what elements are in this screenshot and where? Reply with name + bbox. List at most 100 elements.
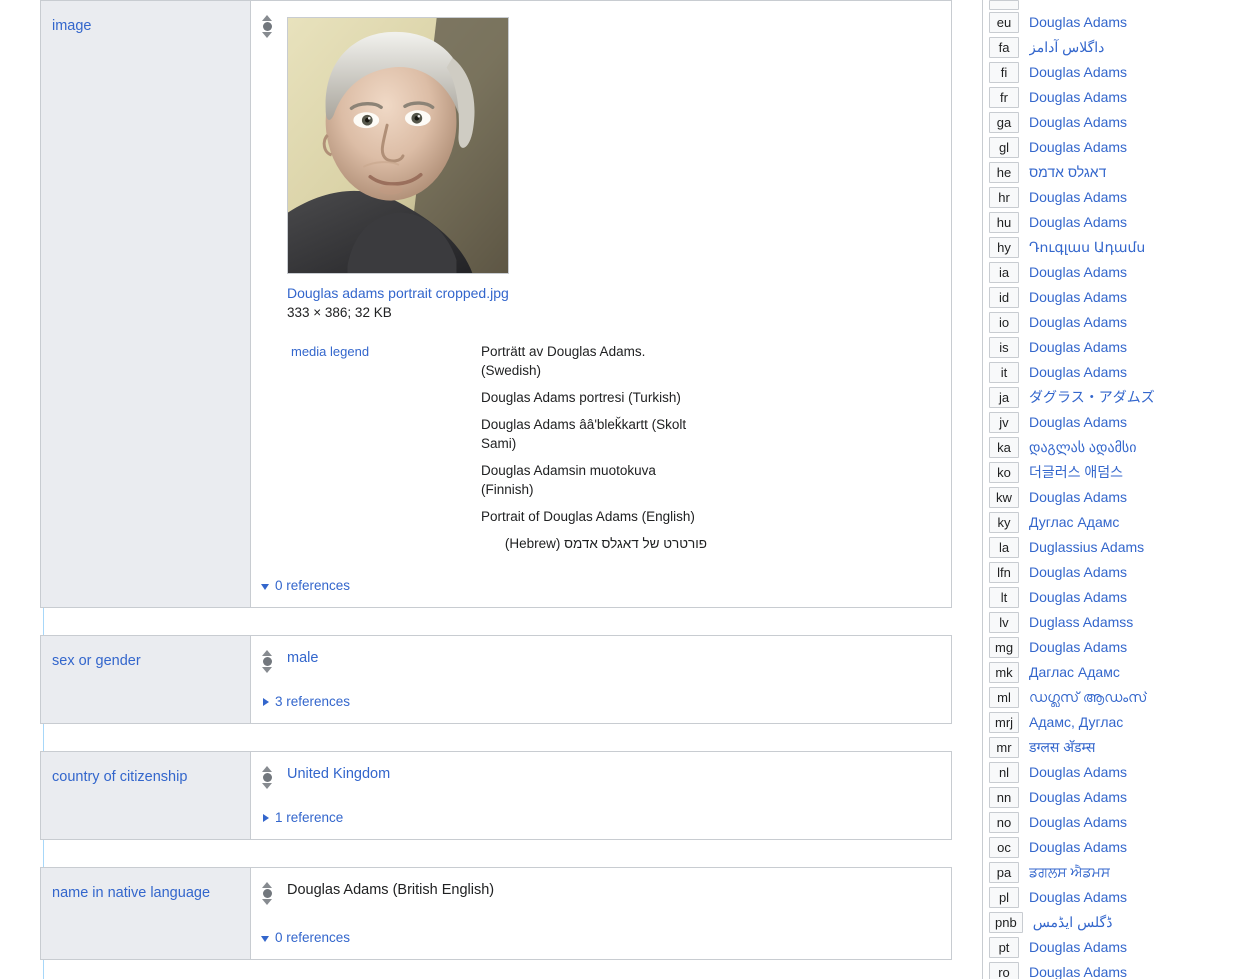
list-item[interactable]: jv Douglas Adams: [983, 410, 1251, 435]
sitelink-title[interactable]: Douglas Adams: [1029, 963, 1127, 979]
sitelink-title[interactable]: Douglas Adams: [1029, 188, 1127, 207]
references-toggle[interactable]: 0 references: [261, 929, 951, 959]
sitelink-title[interactable]: ダグラス・アダムズ: [1029, 388, 1155, 407]
list-item[interactable]: hr Douglas Adams: [983, 185, 1251, 210]
references-toggle[interactable]: 3 references: [263, 693, 951, 723]
sitelink-title[interactable]: Дуглас Адамс: [1029, 513, 1119, 532]
sitelink-title[interactable]: Duglass Adamss: [1029, 613, 1133, 632]
list-item[interactable]: mr डग्लस अ‍ॅडम्स: [983, 735, 1251, 760]
sitelink-title[interactable]: Douglas Adams: [1029, 413, 1127, 432]
statement-value-link[interactable]: male: [287, 648, 941, 668]
file-name-link[interactable]: Douglas adams portrait cropped.jpg: [287, 284, 941, 302]
list-item[interactable]: ga Douglas Adams: [983, 110, 1251, 135]
sitelink-title[interactable]: Douglas Adams: [1029, 213, 1127, 232]
sitelink-title[interactable]: Douglas Adams: [1029, 563, 1127, 582]
sitelink-title[interactable]: Douglas Adams: [1029, 838, 1127, 857]
sitelinks-panel[interactable]: eu Douglas Adams fa داگلاس آدامز fi Douglas A…: [982, 0, 1251, 979]
list-item[interactable]: ja ダグラス・アダムズ: [983, 385, 1251, 410]
sitelink-title[interactable]: डग्लस अ‍ॅडम्स: [1029, 738, 1095, 757]
sitelink-title[interactable]: Douglas Adams: [1029, 363, 1127, 382]
sitelink-title[interactable]: Douglas Adams: [1029, 113, 1127, 132]
list-item[interactable]: mg Douglas Adams: [983, 635, 1251, 660]
sitelink-title[interactable]: Douglas Adams: [1029, 288, 1127, 307]
references-toggle[interactable]: 1 reference: [263, 809, 951, 839]
list-item[interactable]: la Duglassius Adams: [983, 535, 1251, 560]
list-item[interactable]: ka დაგლას ადამსი: [983, 435, 1251, 460]
list-item[interactable]: hu Douglas Adams: [983, 210, 1251, 235]
sitelink-title[interactable]: Duglassius Adams: [1029, 538, 1144, 557]
list-item[interactable]: is Douglas Adams: [983, 335, 1251, 360]
sitelink-title[interactable]: Douglas Adams: [1029, 138, 1127, 157]
sitelink-title[interactable]: Douglas Adams: [1029, 763, 1127, 782]
normal-rank-icon[interactable]: [259, 15, 275, 38]
sitelink-title[interactable]: Douglas Adams: [1029, 13, 1127, 32]
list-item[interactable]: lv Duglass Adamss: [983, 610, 1251, 635]
list-item[interactable]: fi Douglas Adams: [983, 60, 1251, 85]
sitelink-title[interactable]: 더글러스 애덤스: [1029, 463, 1123, 482]
language-code-badge: ka: [989, 437, 1019, 458]
sitelink-title[interactable]: Douglas Adams: [1029, 813, 1127, 832]
qualifier-property-media-legend[interactable]: media legend: [291, 342, 481, 553]
list-item[interactable]: io Douglas Adams: [983, 310, 1251, 335]
list-item[interactable]: lt Douglas Adams: [983, 585, 1251, 610]
sitelink-title[interactable]: Douglas Adams: [1029, 938, 1127, 957]
list-item[interactable]: lfn Douglas Adams: [983, 560, 1251, 585]
list-item[interactable]: hy Դուգլաս Ադամս: [983, 235, 1251, 260]
image-thumbnail-wrap[interactable]: Douglas adams portrait cropped.jpg 333 ×…: [287, 13, 941, 322]
property-link-sex-or-gender[interactable]: sex or gender: [52, 653, 141, 669]
normal-rank-icon[interactable]: [259, 650, 275, 673]
sitelink-title[interactable]: Դուգլաս Ադամս: [1029, 238, 1145, 257]
sitelink-title[interactable]: Douglas Adams: [1029, 338, 1127, 357]
portrait-image[interactable]: [287, 17, 509, 274]
list-item[interactable]: eu Douglas Adams: [983, 10, 1251, 35]
sitelink-title[interactable]: Douglas Adams: [1029, 313, 1127, 332]
sitelink-title[interactable]: Douglas Adams: [1029, 263, 1127, 282]
list-item[interactable]: mrj Адамс, Дуглас: [983, 710, 1251, 735]
sitelink-title[interactable]: Douglas Adams: [1029, 788, 1127, 807]
sitelink-title[interactable]: ഡഗ്ലസ് ആഡംസ്: [1029, 688, 1147, 707]
list-item[interactable]: he דאגלס אדמס: [983, 160, 1251, 185]
list-item[interactable]: no Douglas Adams: [983, 810, 1251, 835]
property-link-image[interactable]: image: [52, 18, 92, 34]
normal-rank-icon[interactable]: [259, 882, 275, 905]
list-item[interactable]: pl Douglas Adams: [983, 885, 1251, 910]
sitelink-title[interactable]: דאגלס אדמס: [1029, 163, 1106, 182]
list-item[interactable]: ia Douglas Adams: [983, 260, 1251, 285]
list-item[interactable]: ko 더글러스 애덤스: [983, 460, 1251, 485]
list-item[interactable]: pa ਡਗਲਸ ਐਡਮਸ: [983, 860, 1251, 885]
normal-rank-icon[interactable]: [259, 766, 275, 789]
list-item[interactable]: ro Douglas Adams: [983, 960, 1251, 979]
sitelink-title[interactable]: ਡਗਲਸ ਐਡਮਸ: [1029, 863, 1110, 882]
sitelink-title[interactable]: Douglas Adams: [1029, 588, 1127, 607]
list-item[interactable]: nl Douglas Adams: [983, 760, 1251, 785]
rank-triangle-down-icon: [262, 667, 272, 673]
sitelink-title[interactable]: Douglas Adams: [1029, 888, 1127, 907]
sitelink-title[interactable]: داگلاس آدامز: [1029, 38, 1104, 57]
sitelink-title[interactable]: Douglas Adams: [1029, 488, 1127, 507]
list-item[interactable]: [983, 0, 1251, 10]
list-item[interactable]: kw Douglas Adams: [983, 485, 1251, 510]
sitelink-title[interactable]: დაგლას ადამსი: [1029, 438, 1136, 457]
sitelink-title[interactable]: ڈگلس ایڈمس: [1033, 913, 1113, 932]
sitelink-title[interactable]: Douglas Adams: [1029, 63, 1127, 82]
list-item[interactable]: fr Douglas Adams: [983, 85, 1251, 110]
property-link-country-of-citizenship[interactable]: country of citizenship: [52, 769, 187, 785]
list-item[interactable]: pt Douglas Adams: [983, 935, 1251, 960]
list-item[interactable]: fa داگلاس آدامز: [983, 35, 1251, 60]
sitelink-title[interactable]: Douglas Adams: [1029, 638, 1127, 657]
list-item[interactable]: id Douglas Adams: [983, 285, 1251, 310]
list-item[interactable]: pnb ڈگلس ایڈمس: [983, 910, 1251, 935]
list-item[interactable]: mk Даглас Адамс: [983, 660, 1251, 685]
sitelink-title[interactable]: Douglas Adams: [1029, 88, 1127, 107]
references-toggle[interactable]: 0 references: [261, 577, 951, 607]
list-item[interactable]: it Douglas Adams: [983, 360, 1251, 385]
sitelink-title[interactable]: Адамс, Дуглас: [1029, 713, 1123, 732]
list-item[interactable]: ml ഡഗ്ലസ് ആഡംസ്: [983, 685, 1251, 710]
list-item[interactable]: ky Дуглас Адамс: [983, 510, 1251, 535]
statement-value-link[interactable]: United Kingdom: [287, 764, 941, 784]
sitelink-title[interactable]: Даглас Адамс: [1029, 663, 1120, 682]
list-item[interactable]: gl Douglas Adams: [983, 135, 1251, 160]
list-item[interactable]: nn Douglas Adams: [983, 785, 1251, 810]
property-link-name-in-native-language[interactable]: name in native language: [52, 885, 210, 901]
list-item[interactable]: oc Douglas Adams: [983, 835, 1251, 860]
